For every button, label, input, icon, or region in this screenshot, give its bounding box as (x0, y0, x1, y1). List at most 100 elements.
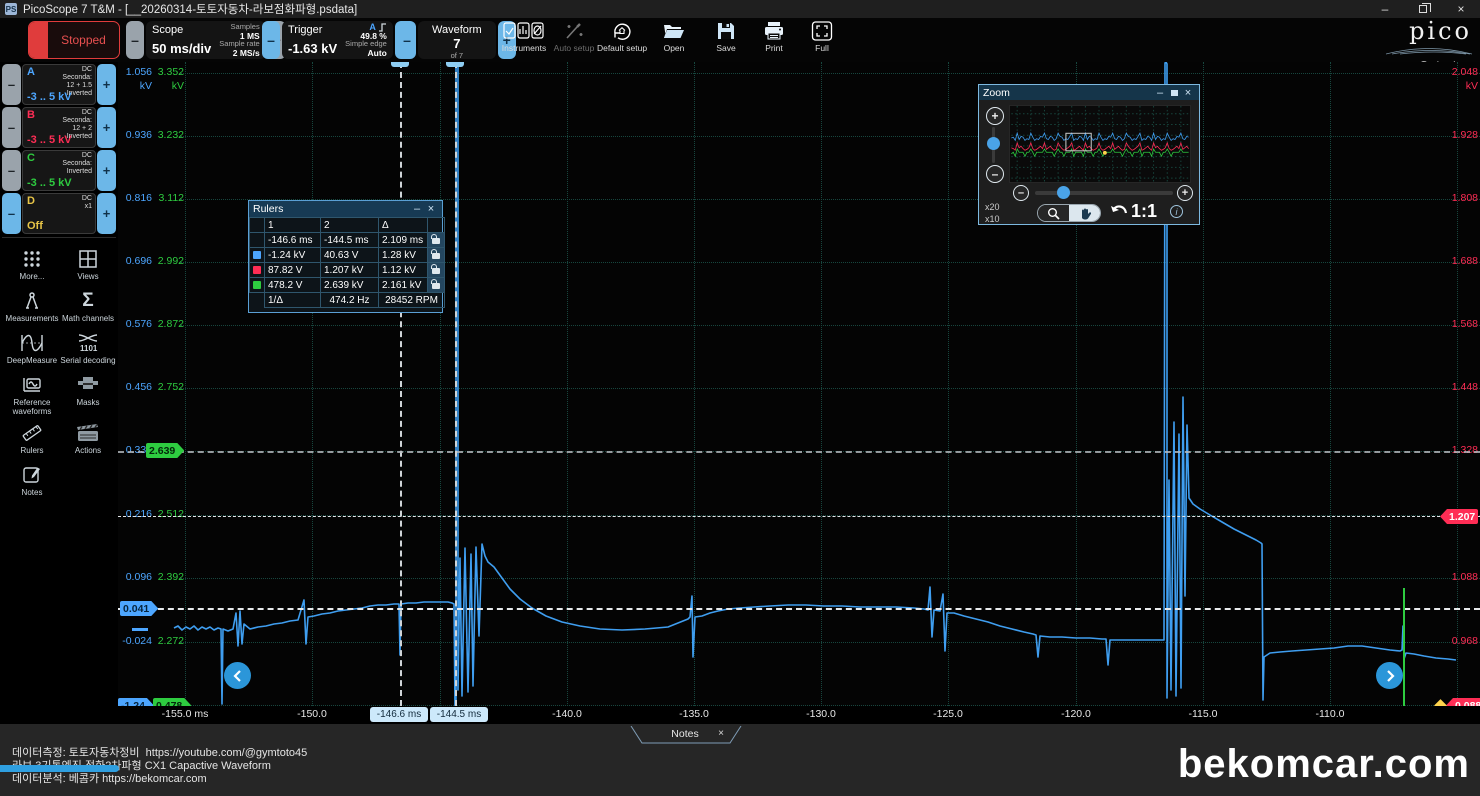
zoom-ratio-button[interactable]: 1:1 (1131, 201, 1157, 222)
close-button[interactable]: × (1442, 0, 1480, 18)
zoom-minimize-button[interactable]: – (1153, 87, 1167, 99)
lock-button[interactable] (428, 278, 445, 293)
notes-tab[interactable]: Notes × (630, 726, 742, 744)
full-label: Full (815, 43, 829, 53)
scroll-left-button[interactable] (224, 662, 251, 689)
channel-a-zero-marker[interactable] (132, 628, 148, 631)
zoom-window-titlebar[interactable]: Zoom – × (979, 85, 1199, 100)
zoom-horizontal-out-button[interactable]: – (1013, 185, 1029, 201)
waveform-prev-button[interactable]: – (398, 21, 416, 59)
channel-c-increase-button[interactable]: + (97, 150, 116, 191)
channel-b-letter: B (27, 109, 35, 121)
scope-panel[interactable]: Scope 50 ms/div Samples 1 MS Sample rate… (146, 21, 266, 59)
zoom-horizontal-slider[interactable] (1035, 191, 1173, 195)
zoom-info-icon[interactable]: i (1170, 205, 1183, 218)
green-ruler-badge[interactable]: 2.639 (146, 443, 184, 458)
rulers-header-row: 1 2 Δ (250, 218, 445, 233)
channel-c-decrease-button[interactable]: – (2, 150, 21, 191)
time-ruler-1-handle[interactable] (391, 62, 409, 67)
green-level-ruler[interactable] (118, 451, 1480, 453)
time-ruler-2-badge[interactable]: -144.5 ms (430, 707, 488, 722)
trigger-auto: Auto (368, 49, 387, 58)
notes-tab-close-icon[interactable]: × (718, 728, 724, 739)
waveform-panel[interactable]: Waveform 7 of 7 (418, 21, 496, 59)
svg-text:1101: 1101 (80, 344, 98, 353)
zoom-overview-preview[interactable] (1009, 105, 1191, 183)
minimize-button[interactable]: – (1366, 0, 1404, 18)
trigger-panel[interactable]: Trigger -1.63 kV A 49.8 % Simple edge Au… (282, 21, 393, 59)
magnifier-icon (1047, 207, 1060, 220)
open-button[interactable]: Open (648, 21, 700, 61)
sidebar-item-deepmeasure[interactable]: DeepMeasure (4, 332, 60, 365)
rulers-close-button[interactable]: × (424, 203, 438, 215)
zoom-horizontal-knob[interactable] (1057, 186, 1070, 199)
channel-d-increase-button[interactable]: + (97, 193, 116, 234)
sidebar-item-views[interactable]: Views (60, 248, 116, 281)
masks-icon (76, 374, 100, 396)
red-ruler-badge[interactable]: 1.207 (1440, 509, 1478, 524)
zoom-horizontal-in-button[interactable]: + (1177, 185, 1193, 201)
zoom-vertical-knob[interactable] (987, 137, 1000, 150)
notes-line-3[interactable]: 데이터분석: 베콤카 https://bekomcar.com (12, 770, 207, 786)
ruler-row-red: 87.82 V 1.207 kV 1.12 kV (250, 263, 445, 278)
ruler-row-blue: -1.24 kV 40.63 V 1.28 kV (250, 248, 445, 263)
channel-b-increase-button[interactable]: + (97, 107, 116, 148)
bottom-scrollbar[interactable] (0, 765, 119, 772)
sidebar-item-serial-decoding[interactable]: 1101 Serial decoding (60, 332, 116, 365)
sidebar-item-actions[interactable]: Actions (60, 422, 116, 455)
lock-button[interactable] (428, 233, 445, 248)
zoom-vertical-out-button[interactable]: – (986, 165, 1004, 183)
zoom-magnifier-button[interactable] (1038, 205, 1069, 221)
zoom-pan-button[interactable] (1069, 205, 1100, 221)
zoom-undo-icon[interactable] (1109, 204, 1129, 220)
zoom-close-button[interactable]: × (1181, 87, 1195, 99)
sidebar-item-measurements[interactable]: Measurements (4, 290, 60, 323)
channel-b-card[interactable]: B -3 .. 5 kV DCSeconda:12 + 2Inverted (22, 107, 96, 148)
lock-button[interactable] (428, 263, 445, 278)
channel-c-card[interactable]: C -3 .. 5 kV DCSeconda:Inverted (22, 150, 96, 191)
blue-level-ruler[interactable] (118, 608, 1480, 610)
plot-area[interactable]: 2.639 0.041 -1.24 0.478 1.207 0.088 1.05… (118, 62, 1480, 706)
trigger-decrease-button[interactable]: – (262, 21, 280, 59)
instruments-button[interactable]: Instruments (498, 21, 550, 61)
axis-tick-x: -125.0 (908, 708, 988, 720)
blue-ruler-badge[interactable]: 0.041 (120, 601, 158, 616)
sidebar-item-more[interactable]: More... (4, 248, 60, 281)
time-ruler-1-badge[interactable]: -146.6 ms (370, 707, 428, 722)
frequency-value: 474.2 Hz (321, 293, 379, 308)
default-setup-button[interactable]: Default setup (596, 21, 648, 61)
pico-wave-icon (1386, 47, 1472, 55)
zoom-vertical-in-button[interactable]: + (986, 107, 1004, 125)
full-button[interactable]: Full (796, 21, 848, 61)
channel-b-decrease-button[interactable]: – (2, 107, 21, 148)
print-button[interactable]: Print (748, 21, 800, 61)
sidebar-item-rulers[interactable]: Rulers (4, 422, 60, 455)
channel-a-card[interactable]: A -3 .. 5 kV DCSeconda:12 + 1.5Inverted (22, 64, 96, 105)
save-button[interactable]: Save (700, 21, 752, 61)
red-level-ruler[interactable] (118, 516, 1480, 517)
rulers-window-titlebar[interactable]: Rulers – × (249, 201, 442, 217)
sidebar-item-math-channels[interactable]: Σ Math channels (60, 290, 116, 323)
print-label: Print (765, 43, 782, 53)
scope-decrease-button[interactable]: – (126, 21, 144, 59)
scroll-right-button[interactable] (1376, 662, 1403, 689)
channel-a-decrease-button[interactable]: – (2, 64, 21, 105)
stop-start-button[interactable]: Stopped (28, 21, 120, 59)
channel-a-increase-button[interactable]: + (97, 64, 116, 105)
rulers-window: Rulers – × 1 2 Δ -146.6 ms -144.5 ms (248, 200, 443, 313)
lock-button[interactable] (428, 248, 445, 263)
channel-d-card[interactable]: D Off DCx1 (22, 193, 96, 234)
lock-icon (432, 268, 440, 274)
restore-button[interactable] (1404, 0, 1442, 18)
auto-setup-button[interactable]: Auto setup (548, 21, 600, 61)
sidebar-item-masks[interactable]: Masks (60, 374, 116, 407)
zoom-restore-button[interactable] (1167, 87, 1181, 99)
channel-b-info: DCSeconda:12 + 2Inverted (62, 109, 92, 141)
channel-d-decrease-button[interactable]: – (2, 193, 21, 234)
sidebar-item-reference-waveforms[interactable]: Reference waveforms (4, 374, 60, 416)
rulers-minimize-button[interactable]: – (410, 203, 424, 215)
sidebar-item-notes[interactable]: Notes (4, 464, 60, 497)
time-ruler-2-handle[interactable] (446, 62, 464, 67)
zoom-tool-toggle (1037, 204, 1101, 222)
print-icon (763, 21, 785, 41)
